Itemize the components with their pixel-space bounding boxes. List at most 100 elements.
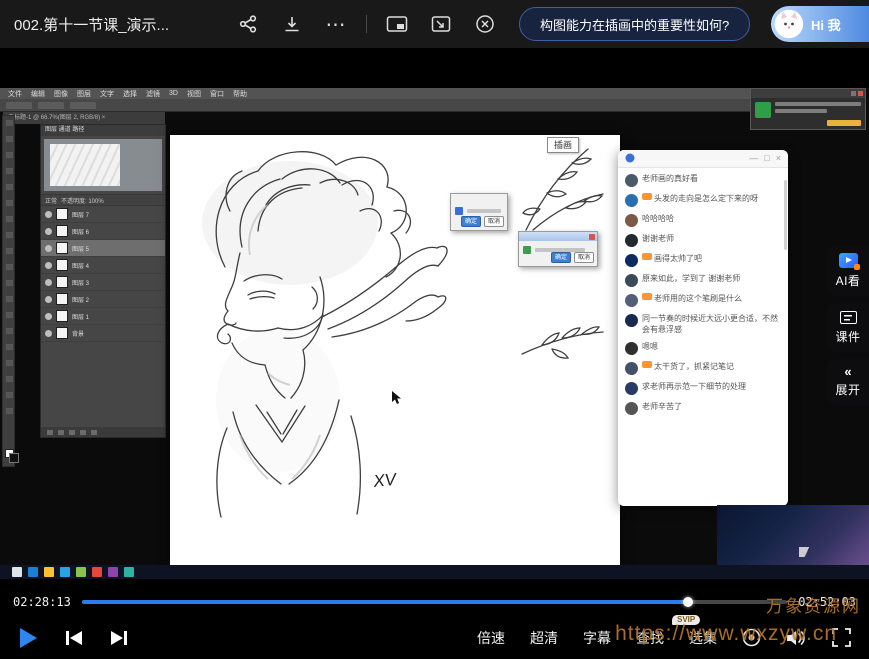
volume-button[interactable] — [786, 629, 807, 647]
ps-toolbox[interactable] — [2, 115, 15, 467]
chat-avatar[interactable] — [625, 402, 638, 415]
layer-row[interactable]: 图层 7 — [41, 206, 165, 223]
chat-avatar[interactable] — [625, 234, 638, 247]
chat-message-text: 画得太帅了吧 — [642, 253, 702, 264]
danmaku-toggle-button[interactable] — [742, 628, 761, 647]
taskbar-app-icon[interactable] — [124, 567, 134, 577]
speed-button[interactable]: 倍速 — [477, 628, 505, 648]
minimize-icon[interactable] — [851, 91, 856, 96]
chat-avatar[interactable] — [625, 194, 638, 207]
ps-menu-item[interactable]: 窗口 — [210, 89, 224, 99]
chat-message-text: 谢谢老师 — [642, 233, 674, 244]
dialog-close-icon[interactable] — [589, 234, 595, 240]
layer-row[interactable]: 图层 3 — [41, 274, 165, 291]
chat-avatar[interactable] — [625, 342, 638, 355]
side-tab-expand[interactable]: «展开 — [827, 359, 869, 405]
chat-avatar[interactable] — [625, 294, 638, 307]
ps-menu-item[interactable]: 3D — [169, 90, 178, 97]
share-button[interactable] — [226, 14, 270, 34]
close-icon[interactable] — [858, 91, 863, 96]
taskbar-app-icon[interactable] — [60, 567, 70, 577]
mini-player-button[interactable] — [419, 15, 463, 33]
blend-mode-select[interactable]: 正常 — [45, 196, 57, 205]
subtitle-button[interactable]: 字幕 — [583, 628, 611, 648]
ps-menu-item[interactable]: 选择 — [123, 89, 137, 99]
taskbar-app-icon[interactable] — [76, 567, 86, 577]
layer-row[interactable]: 图层 2 — [41, 291, 165, 308]
chat-scrollbar[interactable] — [784, 180, 787, 250]
visibility-eye-icon[interactable] — [45, 313, 52, 320]
chat-avatar[interactable] — [625, 254, 638, 267]
visibility-eye-icon[interactable] — [45, 211, 52, 218]
ps-menu-item[interactable]: 图像 — [54, 89, 68, 99]
progress-bar[interactable] — [82, 600, 787, 604]
episodes-button[interactable]: 选集SVIP — [689, 628, 717, 648]
chat-message-text: 求老师再示范一下细节的处理 — [642, 381, 746, 392]
taskbar-app-icon[interactable] — [108, 567, 118, 577]
user-chip[interactable]: Hi 我 — [771, 6, 869, 42]
dialog2-ok-button[interactable]: 确定 — [551, 252, 571, 263]
dialog1-cancel-button[interactable]: 取消 — [484, 216, 504, 227]
side-tab-courseware[interactable]: 课件 — [827, 303, 869, 352]
player-side-tabs: AI看课件 «展开 — [827, 245, 869, 405]
visibility-eye-icon[interactable] — [45, 228, 52, 235]
ps-document-tab[interactable]: 未标题-1 @ 66.7%(图层 2, RGB/8) × — [3, 112, 165, 124]
chat-header-icon[interactable]: × — [776, 154, 781, 163]
mouse-cursor — [392, 391, 402, 410]
ps-layers-footer[interactable] — [41, 427, 165, 437]
layer-label: 图层 7 — [72, 210, 89, 219]
chat-avatar[interactable] — [625, 362, 638, 375]
ps-menu-item[interactable]: 编辑 — [31, 89, 45, 99]
visibility-eye-icon[interactable] — [45, 262, 52, 269]
layer-row[interactable]: 图层 4 — [41, 257, 165, 274]
taskbar-app-icon[interactable] — [92, 567, 102, 577]
layer-row[interactable]: 图层 6 — [41, 223, 165, 240]
chat-avatar[interactable] — [625, 274, 638, 287]
stop-share-button[interactable] — [827, 120, 861, 126]
ps-menu-item[interactable]: 文字 — [100, 89, 114, 99]
ps-menu-item[interactable]: 文件 — [8, 89, 22, 99]
quality-button[interactable]: 超清 — [530, 628, 558, 648]
visibility-eye-icon[interactable] — [45, 296, 52, 303]
ps-menu-item[interactable]: 视图 — [187, 89, 201, 99]
more-button[interactable]: ⋯ — [314, 12, 358, 37]
dialog2-cancel-button[interactable]: 取消 — [574, 252, 594, 263]
ps-menu-item[interactable]: 滤镜 — [146, 89, 160, 99]
chat-header-icon[interactable]: □ — [764, 154, 769, 163]
visibility-eye-icon[interactable] — [45, 279, 52, 286]
ps-menu-item[interactable]: 图层 — [77, 89, 91, 99]
progress-handle[interactable] — [683, 597, 693, 607]
search-button[interactable]: 查找 — [636, 628, 664, 648]
layer-row[interactable]: 背景 — [41, 325, 165, 342]
previous-episode-button[interactable] — [65, 630, 83, 646]
download-button[interactable] — [270, 14, 314, 34]
video-stage[interactable]: 文件编辑图像图层文字选择滤镜 3D 视图窗口帮助 未标题-1 @ 66.7%(图层 … — [0, 48, 869, 588]
layer-row[interactable]: 图层 5 — [41, 240, 165, 257]
ps-menu-item[interactable]: 帮助 — [233, 89, 247, 99]
fullscreen-button[interactable] — [832, 628, 851, 647]
level-badge-icon — [642, 193, 652, 200]
ps-panel-tabs[interactable]: 图层 通道 路径 — [41, 125, 165, 136]
opacity-field[interactable]: 不透明度: 100% — [61, 196, 104, 205]
close-panel-button[interactable] — [463, 14, 507, 34]
visibility-eye-icon[interactable] — [45, 330, 52, 337]
chat-avatar[interactable] — [625, 382, 638, 395]
side-tab-ai-watch[interactable]: AI看 — [827, 245, 869, 296]
taskbar-app-icon[interactable] — [28, 567, 38, 577]
chat-avatar[interactable] — [625, 314, 638, 327]
ai-question-pill[interactable]: 构图能力在插画中的重要性如何? — [519, 7, 750, 41]
taskbar-app-icon[interactable] — [12, 567, 22, 577]
pip-button[interactable] — [375, 15, 419, 33]
play-button[interactable] — [18, 627, 38, 649]
ps-blend-controls[interactable]: 正常 不透明度: 100% — [41, 194, 165, 206]
taskbar-app-icon[interactable] — [44, 567, 54, 577]
next-episode-button[interactable] — [110, 630, 128, 646]
layer-row[interactable]: 图层 1 — [41, 308, 165, 325]
ps-canvas[interactable]: XV 插画 确定 取消 确定 取消 — [170, 135, 620, 565]
close-icon — [475, 14, 495, 34]
dialog1-ok-button[interactable]: 确定 — [461, 216, 481, 227]
chat-header-icon[interactable]: — — [749, 154, 758, 163]
chat-avatar[interactable] — [625, 174, 638, 187]
chat-avatar[interactable] — [625, 214, 638, 227]
visibility-eye-icon[interactable] — [45, 245, 52, 252]
